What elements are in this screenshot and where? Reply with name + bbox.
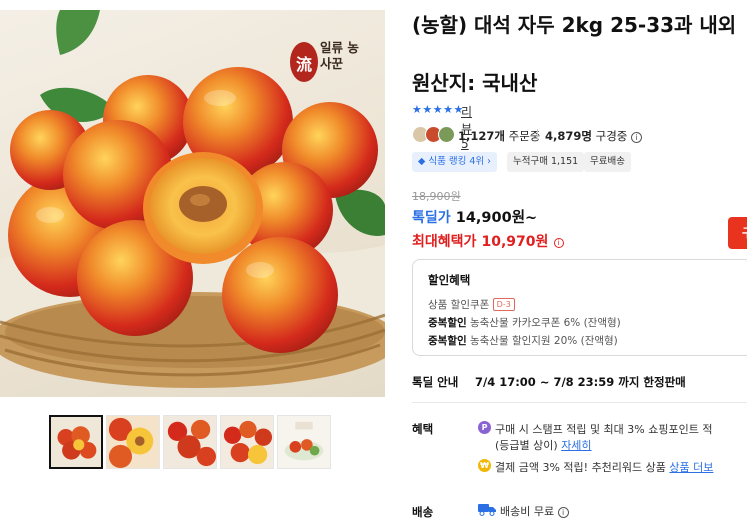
info-icon[interactable]: i bbox=[553, 238, 564, 248]
perk-stamp-line1: 구매 시 스탬프 적립 및 최대 3% 쇼핑포인트 적 bbox=[495, 423, 713, 436]
details-link[interactable]: 자세히 bbox=[561, 439, 591, 452]
perk-stamp-line2: (등급별 상이) 자세히 bbox=[495, 439, 592, 452]
thumbnail-3[interactable] bbox=[163, 415, 217, 469]
max-benefit-price: 10,970원 bbox=[481, 234, 549, 250]
free-shipping-tag: 무료배송 bbox=[584, 152, 631, 172]
product-info-panel: (농할) 대석 자두 2kg 25-33과 내외 원산지: 국내산 ★★★★★ … bbox=[412, 0, 747, 522]
max-benefit-label: 최대혜택가 bbox=[412, 234, 477, 250]
product-origin: 원산지: 국내산 bbox=[412, 71, 538, 95]
main-product-image[interactable]: 流 일류 농사꾼 bbox=[0, 10, 385, 397]
thumbnail-image bbox=[164, 416, 216, 468]
duplicate-discount-1: 중복할인 농축산물 카카오쿠폰 6% (잔액형) bbox=[428, 317, 621, 329]
ranking-tag[interactable]: ◆ 식품 랭킹 4위 › bbox=[412, 152, 497, 172]
product-title: (농할) 대석 자두 2kg 25-33과 내외 bbox=[412, 13, 737, 37]
discount-benefit-box: 할인혜택 상품 할인쿠폰 D-3 중복할인 농축산물 카카오쿠폰 6% (잔액형… bbox=[412, 259, 747, 356]
divider bbox=[537, 129, 538, 140]
buy-button[interactable]: 구매 bbox=[728, 217, 747, 249]
shipping-label: 배송 bbox=[412, 505, 434, 519]
deal-price: 14,900원~ bbox=[455, 210, 538, 226]
rating-stars-icon: ★★★★★ bbox=[412, 103, 464, 116]
thumbnail-4[interactable] bbox=[220, 415, 274, 469]
perk-stamp: P 구매 시 스탬프 적립 및 최대 3% 쇼핑포인트 적 (등급별 상이) 자… bbox=[478, 421, 747, 455]
brand-seal-text: 일류 농사꾼 bbox=[320, 40, 359, 71]
shipping-text: 배송비 무료 i bbox=[500, 503, 569, 519]
perk-reward-text: 결제 금액 3% 적립! 추천리워드 상품 상품 더보 bbox=[495, 461, 714, 474]
sale-label: 톡딜 안내 bbox=[412, 375, 459, 389]
section-divider bbox=[412, 402, 747, 403]
order-count: 1,127개 주문중 bbox=[458, 129, 541, 143]
thumbnail-5[interactable] bbox=[277, 415, 331, 469]
info-icon[interactable]: i bbox=[557, 507, 569, 518]
thumbnail-image bbox=[221, 416, 273, 468]
cumulative-purchase-tag: 누적구매 1,151 bbox=[507, 152, 585, 172]
deal-price-row: 톡딜가 14,900원~ bbox=[412, 206, 537, 228]
discount-title: 할인혜택 bbox=[428, 273, 471, 287]
thumbnail-1[interactable] bbox=[49, 415, 103, 469]
deal-label: 톡딜가 bbox=[412, 210, 451, 226]
perk-reward: ₩ 결제 금액 3% 적립! 추천리워드 상품 상품 더보 bbox=[478, 459, 747, 475]
point-icon: P bbox=[478, 421, 491, 434]
max-benefit-row: 최대혜택가 10,970원 i bbox=[412, 231, 564, 251]
benefits-label: 혜택 bbox=[412, 422, 434, 436]
avatar bbox=[438, 126, 455, 143]
sale-period: 7/4 17:00 ~ 7/8 23:59 까지 한정판매 bbox=[475, 375, 686, 389]
coupon-line: 상품 할인쿠폰 D-3 bbox=[428, 297, 515, 312]
sale-info-row: 톡딜 안내 7/4 17:00 ~ 7/8 23:59 까지 한정판매 bbox=[412, 374, 686, 390]
brand-seal-logo: 流 일류 농사꾼 bbox=[290, 40, 366, 88]
thumbnail-2[interactable] bbox=[106, 415, 160, 469]
truck-icon bbox=[478, 504, 496, 516]
viewer-count: 4,879명 구경중 i bbox=[545, 128, 643, 144]
more-products-link[interactable]: 상품 더보 bbox=[669, 461, 713, 474]
buyer-avatars bbox=[412, 126, 456, 144]
coin-icon: ₩ bbox=[478, 459, 491, 472]
duplicate-discount-2: 중복할인 농축산물 할인지원 20% (잔액형) bbox=[428, 335, 618, 347]
info-icon[interactable]: i bbox=[631, 132, 643, 143]
coupon-deadline-badge: D-3 bbox=[492, 298, 515, 311]
thumbnail-image bbox=[278, 416, 330, 468]
thumbnail-image bbox=[107, 416, 159, 468]
buyer-stats-row: 1,127개 주문중 4,879명 구경중 i bbox=[412, 124, 747, 146]
list-price: 18,900원 bbox=[412, 190, 461, 203]
brand-seal-mark: 流 bbox=[290, 42, 318, 82]
thumbnail-image bbox=[51, 417, 101, 467]
